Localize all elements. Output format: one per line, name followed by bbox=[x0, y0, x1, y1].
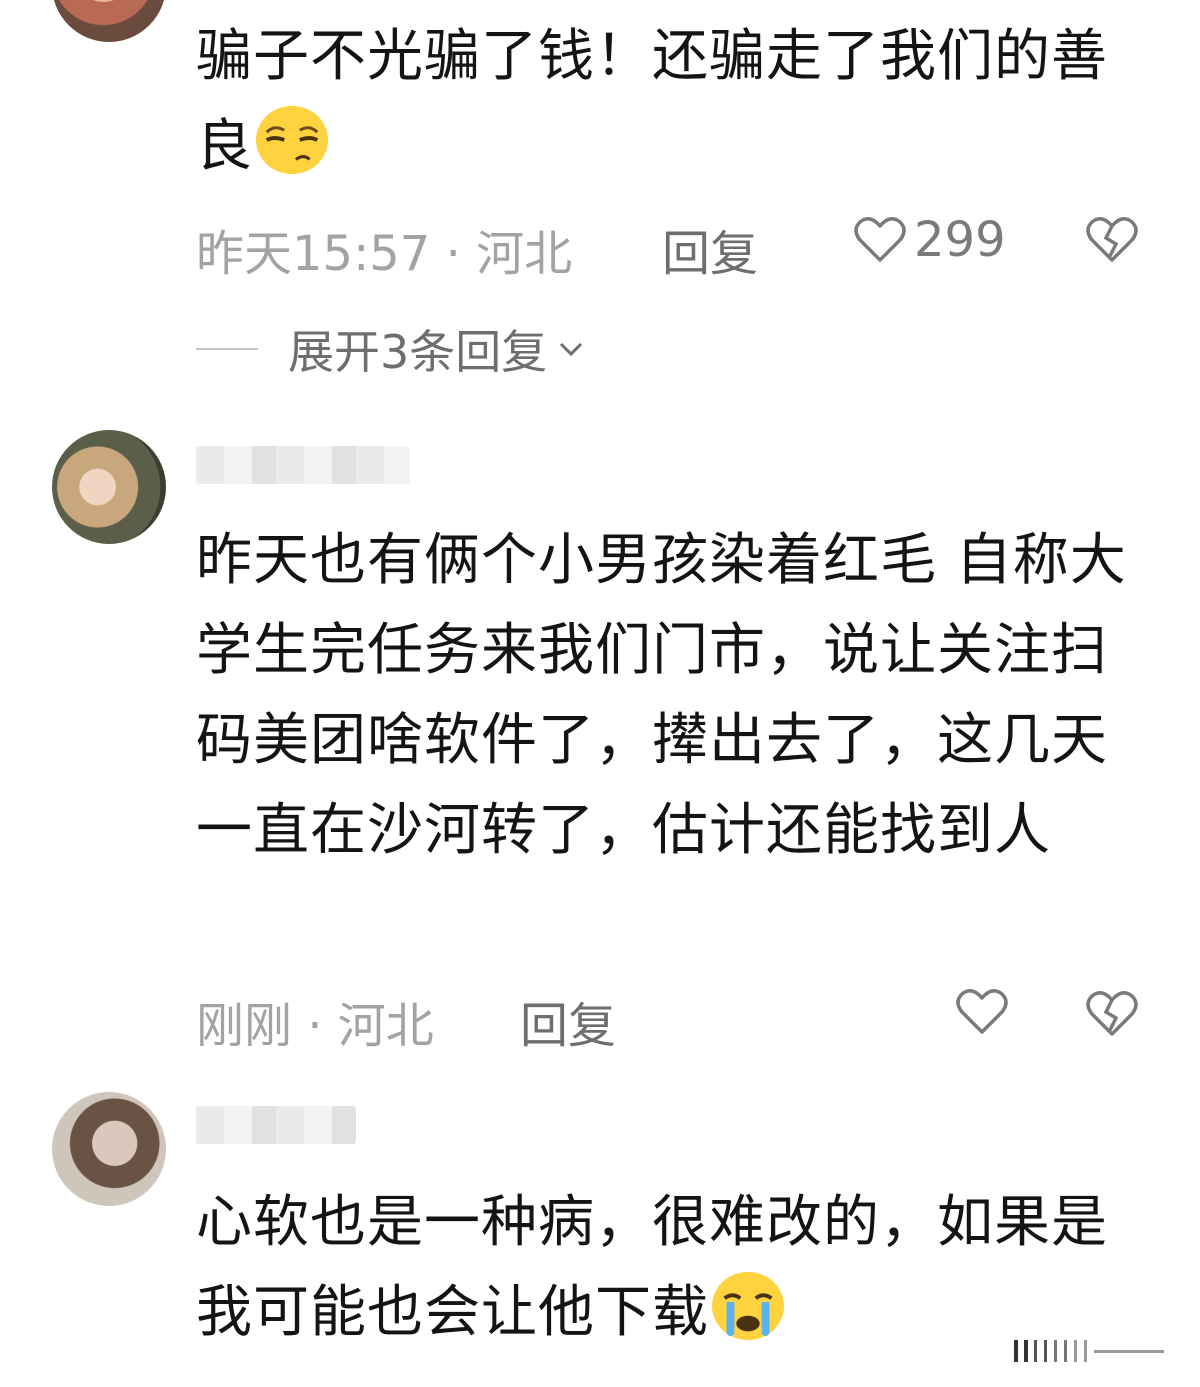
comment-text: 昨天也有俩个小男孩染着红毛 自称大学生完任务来我们门市，说让关注扫码美团啥软件了… bbox=[196, 528, 1127, 863]
username-blurred[interactable] bbox=[196, 1106, 356, 1144]
comment-meta: 昨天15:57 · 河北 bbox=[196, 226, 573, 282]
broken-heart-icon[interactable] bbox=[1086, 216, 1138, 264]
watermark-bars-icon bbox=[1014, 1340, 1164, 1362]
broken-heart-icon[interactable] bbox=[1086, 990, 1138, 1038]
smirk-emoji-icon bbox=[255, 105, 329, 175]
like-button[interactable] bbox=[956, 988, 1008, 1036]
comment-meta: 刚刚 · 河北 bbox=[196, 998, 434, 1054]
comment-text: 骗子不光骗了钱！还骗走了我们的善良 bbox=[196, 24, 1108, 179]
like-count: 299 bbox=[914, 212, 1006, 268]
like-button[interactable]: 299 bbox=[854, 212, 1006, 268]
heart-icon bbox=[854, 217, 906, 262]
reply-button[interactable]: 回复 bbox=[520, 986, 616, 1056]
crying-emoji-icon bbox=[711, 1271, 785, 1341]
avatar[interactable] bbox=[52, 0, 166, 42]
heart-icon bbox=[956, 989, 1008, 1034]
expand-replies-label: 展开3条回复 bbox=[288, 325, 548, 379]
comment-text: 心软也是一种病，很难改的，如果是我可能也会让他下载 bbox=[196, 1190, 1108, 1345]
username-blurred[interactable] bbox=[196, 446, 410, 484]
avatar[interactable] bbox=[52, 1092, 166, 1206]
chevron-down-icon bbox=[560, 342, 583, 357]
avatar[interactable] bbox=[52, 430, 166, 544]
reply-button[interactable]: 回复 bbox=[662, 214, 758, 284]
expand-replies[interactable]: 展开3条回复 bbox=[196, 316, 589, 382]
divider bbox=[196, 348, 258, 350]
